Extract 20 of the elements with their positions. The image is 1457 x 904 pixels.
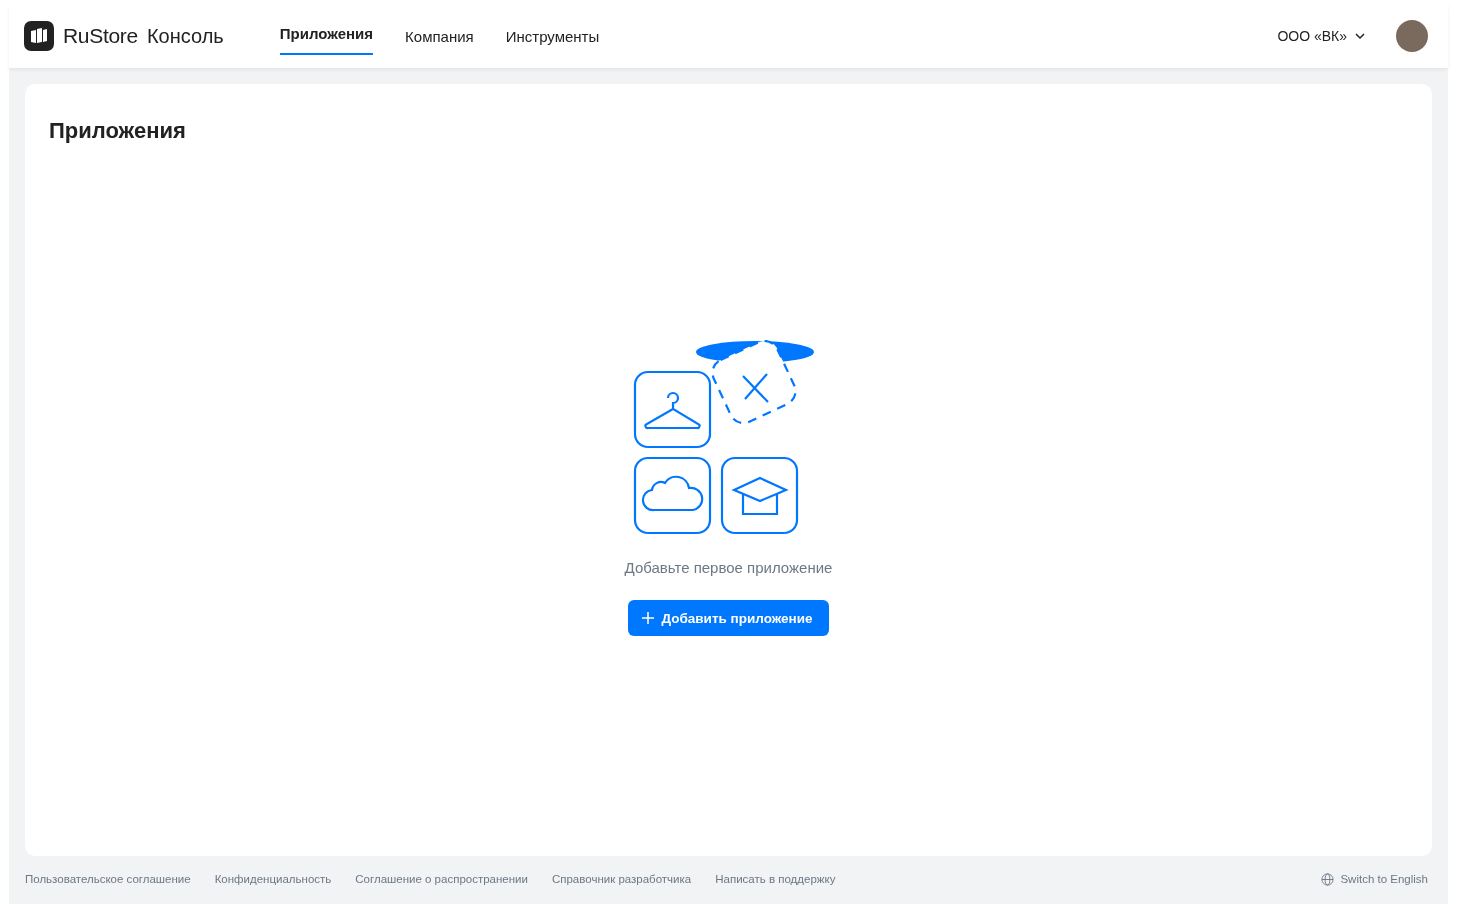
rustore-logo-icon [24, 21, 54, 51]
footer-link[interactable]: Конфиденциальность [214, 873, 332, 885]
nav-tab[interactable]: Компания [405, 4, 474, 68]
footer-link[interactable]: Написать в поддержку [715, 873, 836, 885]
nav-tab[interactable]: Инструменты [505, 4, 600, 68]
language-link[interactable]: Switch to English [1321, 872, 1428, 886]
product-name: Консоль [146, 24, 224, 48]
footer-link[interactable]: Соглашение о распространении [355, 873, 528, 885]
add-app-button[interactable]: Добавить приложение [628, 600, 829, 636]
page-title: Приложения [49, 118, 187, 144]
empty-state-text: Добавьте первое приложение [624, 559, 833, 576]
nav-tab[interactable]: Приложения [279, 13, 374, 55]
brand-name: RuStore [63, 24, 138, 48]
globe-icon [1321, 872, 1335, 886]
footer-link[interactable]: Справочник разработчика [551, 873, 692, 885]
footer-link[interactable]: Пользовательское соглашение [25, 873, 191, 885]
company-dropdown[interactable]: ООО «ВК» [1277, 28, 1366, 44]
chevron-down-icon [1354, 30, 1366, 42]
plus-icon [642, 612, 655, 624]
avatar[interactable] [1396, 20, 1428, 52]
